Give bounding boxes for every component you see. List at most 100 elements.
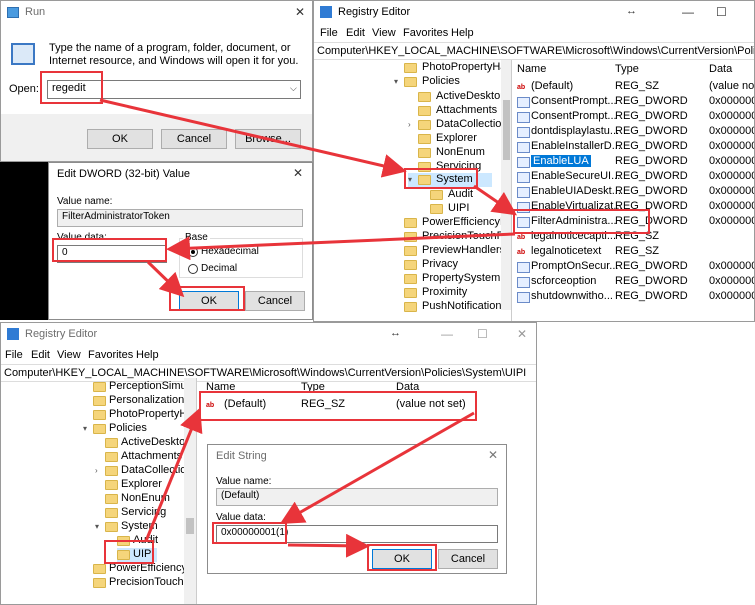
folder-icon bbox=[404, 302, 417, 312]
list-item[interactable]: EnableSecureUI...REG_DWORD0x00000001 bbox=[517, 170, 754, 185]
tree-scrollbar[interactable] bbox=[501, 60, 511, 310]
chevron-down-icon[interactable]: ▾ bbox=[83, 424, 87, 433]
menu-favorites[interactable]: Favorites bbox=[403, 27, 448, 39]
folder-icon bbox=[105, 438, 118, 448]
folder-icon bbox=[93, 424, 106, 434]
maximize-icon[interactable]: ☐ bbox=[477, 327, 488, 341]
run-description: Type the name of a program, folder, docu… bbox=[49, 42, 299, 67]
dword-value-icon bbox=[517, 127, 530, 138]
value-name-label: Value name: bbox=[57, 196, 113, 207]
tree-pane: PhotoPropertyHar ▾ Policies ActiveDesktop… bbox=[314, 60, 512, 321]
hexadecimal-label: Hexadecimal bbox=[201, 246, 259, 257]
regedit-titlebar: Registry Editor ↔ — ☐ bbox=[314, 1, 754, 25]
folder-icon bbox=[105, 452, 118, 462]
minimize-icon[interactable]: — bbox=[682, 5, 694, 19]
list-item[interactable]: ConsentPrompt...REG_DWORD0x00000005 bbox=[517, 95, 754, 110]
menu-view[interactable]: View bbox=[57, 349, 81, 361]
dword-value-icon bbox=[517, 172, 530, 183]
list-item[interactable]: dontdisplaylastu...REG_DWORD0x00000000 bbox=[517, 125, 754, 140]
regedit-title: Registry Editor bbox=[338, 6, 411, 18]
folder-icon bbox=[93, 578, 106, 588]
close-icon[interactable]: ✕ bbox=[293, 166, 303, 180]
string-value-icon: ab bbox=[517, 84, 526, 91]
decimal-label: Decimal bbox=[201, 263, 238, 274]
menu-file[interactable]: File bbox=[5, 349, 23, 361]
close-icon[interactable]: ✕ bbox=[488, 448, 498, 462]
run-ok-button[interactable]: OK bbox=[87, 129, 153, 149]
folder-icon bbox=[404, 218, 417, 228]
string-title: Edit String bbox=[216, 450, 267, 462]
list-item[interactable]: EnableLUAREG_DWORD0x00000001 bbox=[517, 155, 754, 170]
list-item[interactable]: PromptOnSecur...REG_DWORD0x00000001 bbox=[517, 260, 754, 275]
regedit-menubar: File Edit View Favorites Help bbox=[314, 25, 754, 43]
chevron-down-icon[interactable]: ⌵ bbox=[290, 83, 297, 94]
value-name-label: Value name: bbox=[216, 476, 272, 487]
column-header-name[interactable]: Name bbox=[517, 63, 546, 75]
menu-help[interactable]: Help bbox=[136, 349, 159, 361]
chevron-right-icon[interactable]: › bbox=[95, 466, 98, 475]
list-item[interactable]: EnableInstallerD...REG_DWORD0x00000001 bbox=[517, 140, 754, 155]
maximize-icon[interactable]: ☐ bbox=[716, 5, 727, 19]
menu-edit[interactable]: Edit bbox=[346, 27, 365, 39]
address-bar[interactable]: Computer\HKEY_LOCAL_MACHINE\SOFTWARE\Mic… bbox=[314, 42, 754, 60]
tree-scrollbar[interactable] bbox=[184, 378, 196, 604]
close-icon[interactable]: ✕ bbox=[517, 327, 527, 341]
minimize-icon[interactable]: — bbox=[441, 327, 453, 341]
value-name-field: (Default) bbox=[216, 488, 498, 506]
highlight-uipi-folder bbox=[104, 540, 154, 564]
hexadecimal-radio[interactable] bbox=[188, 247, 198, 257]
chevron-right-icon[interactable]: › bbox=[408, 120, 411, 129]
values-list: Name Type Data ab (Default) REG_SZ (value n… bbox=[517, 60, 754, 321]
menu-edit[interactable]: Edit bbox=[31, 349, 50, 361]
resize-cursor-icon: ↔ bbox=[390, 327, 401, 339]
list-item[interactable]: ConsentPrompt...REG_DWORD0x00000003 bbox=[517, 110, 754, 125]
dword-title: Edit DWORD (32-bit) Value bbox=[57, 168, 191, 180]
menu-file[interactable]: File bbox=[320, 27, 338, 39]
folder-icon bbox=[404, 288, 417, 298]
folder-icon bbox=[418, 106, 431, 116]
folder-icon bbox=[430, 204, 443, 214]
run-cancel-button[interactable]: Cancel bbox=[161, 129, 227, 149]
close-icon[interactable]: ✕ bbox=[295, 5, 305, 19]
list-item[interactable]: EnableUIADeskt...REG_DWORD0x00000000 bbox=[517, 185, 754, 200]
highlight-string-ok bbox=[367, 544, 437, 571]
menu-favorites[interactable]: Favorites bbox=[88, 349, 133, 361]
decimal-radio[interactable] bbox=[188, 264, 198, 274]
menu-help[interactable]: Help bbox=[451, 27, 474, 39]
folder-icon bbox=[93, 382, 106, 392]
list-item[interactable]: scforceoptionREG_DWORD0x00000000 bbox=[517, 275, 754, 290]
regedit-app-icon bbox=[320, 6, 332, 18]
highlight-dword-ok bbox=[169, 286, 245, 311]
list-item[interactable]: ab legalnoticetext REG_SZ bbox=[517, 245, 754, 260]
dword-cancel-button[interactable]: Cancel bbox=[245, 291, 305, 311]
dword-value-icon bbox=[517, 292, 530, 303]
dword-value-icon bbox=[517, 262, 530, 273]
regedit2-title: Registry Editor bbox=[25, 328, 98, 340]
string-value-icon: ab bbox=[517, 249, 526, 256]
folder-icon bbox=[105, 480, 118, 490]
list-item[interactable]: ab(Default)REG_SZ(value not s bbox=[517, 80, 754, 95]
run-browse-button[interactable]: Browse... bbox=[235, 129, 301, 149]
list-item[interactable]: shutdownwitho...REG_DWORD0x00000001 bbox=[517, 290, 754, 305]
edit-string-dialog: Edit String ✕ Value name: (Default) Valu… bbox=[207, 444, 507, 574]
desktop-background bbox=[0, 162, 48, 320]
run-title: Run bbox=[25, 6, 46, 18]
regedit-app-icon bbox=[7, 328, 19, 340]
column-header-data[interactable]: Data bbox=[709, 63, 732, 75]
chevron-down-icon[interactable]: ▾ bbox=[95, 522, 99, 531]
dword-value-icon bbox=[517, 187, 530, 198]
menu-view[interactable]: View bbox=[372, 27, 396, 39]
value-name-field: FilterAdministratorToken bbox=[57, 209, 303, 227]
folder-icon bbox=[404, 232, 417, 242]
dword-value-icon bbox=[517, 97, 530, 108]
string-cancel-button[interactable]: Cancel bbox=[438, 549, 498, 569]
highlight-regedit-input bbox=[40, 71, 103, 104]
folder-icon bbox=[418, 120, 431, 130]
tree-pane: PerceptionSimula Personalization PhotoPr… bbox=[1, 378, 197, 604]
chevron-down-icon[interactable]: ▾ bbox=[394, 77, 398, 86]
column-header-type[interactable]: Type bbox=[615, 63, 639, 75]
run-titlebar: Run ✕ bbox=[1, 1, 312, 25]
folder-icon bbox=[430, 190, 443, 200]
folder-icon bbox=[418, 148, 431, 158]
folder-icon bbox=[93, 396, 106, 406]
